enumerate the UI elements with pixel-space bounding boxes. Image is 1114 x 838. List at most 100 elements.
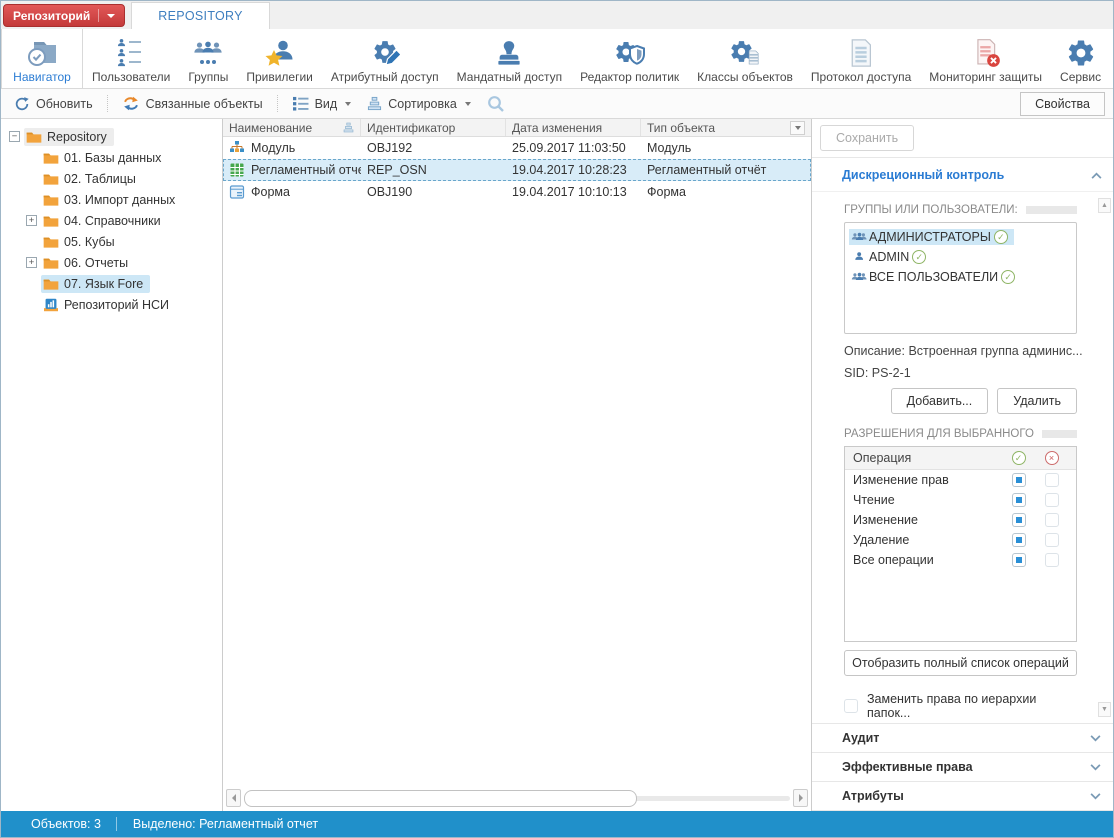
view-dropdown-button[interactable]: Вид [285, 93, 359, 114]
table-row-selected[interactable]: Регламентный отчет REP_OSN 19.04.2017 10… [223, 159, 811, 181]
expand-expander-icon[interactable]: + [26, 215, 37, 226]
column-header-name[interactable]: Наименование [223, 119, 361, 136]
properties-button[interactable]: Свойства [1020, 92, 1105, 116]
tree-item-cubes[interactable]: 05. Кубы [1, 231, 222, 252]
tree-item-data-import[interactable]: 03. Импорт данных [1, 189, 222, 210]
folder-icon [43, 214, 59, 228]
ribbon-item-security-monitoring[interactable]: Мониторинг защиты [920, 29, 1051, 88]
application-window: Репозиторий REPOSITORY Навигатор Пользов… [0, 0, 1114, 838]
table-row[interactable]: Форма OBJ190 19.04.2017 10:10:13 Форма [223, 181, 811, 203]
scroll-up-button[interactable]: ▲ [1098, 198, 1111, 213]
tree-item-fore-language[interactable]: 07. Язык Fore [1, 273, 222, 294]
show-full-operations-button[interactable]: Отобразить полный список операций [844, 650, 1077, 676]
replace-permissions-option[interactable]: Заменить права по иерархии папок... [844, 692, 1077, 720]
ribbon-item-attribute-access[interactable]: Атрибутный доступ [322, 29, 448, 88]
groups-users-label: ГРУППЫ ИЛИ ПОЛЬЗОВАТЕЛИ: [844, 204, 1077, 216]
ribbon-item-users[interactable]: Пользователи [83, 29, 179, 88]
permissions-label: РАЗРЕШЕНИЯ ДЛЯ ВЫБРАННОГО [844, 428, 1077, 440]
scroll-right-button[interactable] [793, 789, 808, 807]
ribbon-item-label: Атрибутный доступ [331, 70, 439, 84]
add-member-button[interactable]: Добавить... [891, 388, 989, 414]
folder-icon [43, 235, 59, 249]
tree-item-dictionaries[interactable]: + 04. Справочники [1, 210, 222, 231]
tree-item-label: 04. Справочники [64, 214, 161, 228]
object-classes-icon [729, 34, 761, 68]
object-type: Форма [641, 185, 811, 199]
deny-checkbox[interactable] [1045, 533, 1059, 547]
allow-checkbox[interactable] [1012, 513, 1026, 527]
refresh-button[interactable]: Обновить [7, 93, 100, 115]
allow-checkbox[interactable] [1012, 473, 1026, 487]
ribbon-item-privileges[interactable]: Привилегии [237, 29, 322, 88]
operation-row: Чтение [845, 490, 1076, 510]
column-header-identifier[interactable]: Идентификатор [361, 119, 506, 136]
folder-icon [43, 256, 59, 270]
ribbon-item-access-log[interactable]: Протокол доступа [802, 29, 920, 88]
tree-item-label: 05. Кубы [64, 235, 115, 249]
vertical-scrollbar[interactable]: ▲ ▼ [1098, 198, 1111, 717]
deny-checkbox[interactable] [1045, 493, 1059, 507]
allow-checkbox[interactable] [1012, 553, 1026, 567]
save-button[interactable]: Сохранить [820, 125, 914, 151]
column-filter-button[interactable] [790, 121, 805, 135]
members-listbox[interactable]: АДМИНИСТРАТОРЫ ✓ ADMIN ✓ [844, 222, 1077, 334]
horizontal-scrollbar[interactable] [226, 789, 808, 807]
search-button[interactable] [480, 92, 512, 116]
column-header-type[interactable]: Тип объекта [641, 119, 811, 136]
ribbon-item-mandatory-access[interactable]: Мандатный доступ [448, 29, 571, 88]
tree-item-tables[interactable]: 02. Таблицы [1, 168, 222, 189]
tree-item-label: 03. Импорт данных [64, 193, 175, 207]
tree-item-databases[interactable]: 01. Базы данных [1, 147, 222, 168]
repository-menu-button[interactable]: Репозиторий [3, 4, 125, 27]
replace-permissions-checkbox[interactable] [844, 699, 858, 713]
object-id: REP_OSN [361, 163, 506, 177]
tab-repository[interactable]: REPOSITORY [131, 2, 270, 29]
scrollbar-track[interactable] [244, 796, 790, 801]
operation-row: Изменение [845, 510, 1076, 530]
properties-panel: Сохранить Дискреционный контроль ГРУППЫ … [812, 119, 1113, 811]
tree-item-nsi-repository[interactable]: Репозиторий НСИ [1, 294, 222, 315]
sort-asc-icon [343, 122, 354, 133]
user-icon [851, 250, 868, 264]
delete-member-button[interactable]: Удалить [997, 388, 1077, 414]
section-discretionary-control[interactable]: Дискреционный контроль [812, 158, 1113, 192]
collapse-expander-icon[interactable]: − [9, 131, 20, 142]
related-objects-button[interactable]: Связанные объекты [115, 92, 270, 115]
main-area: − Repository 01. Базы данных 02. Таблицы… [1, 119, 1113, 811]
ribbon-item-object-classes[interactable]: Классы объектов [688, 29, 802, 88]
allow-checkbox[interactable] [1012, 533, 1026, 547]
scroll-down-button[interactable]: ▼ [1098, 702, 1111, 717]
sort-dropdown-button[interactable]: Сортировка [360, 93, 478, 114]
expand-expander-icon[interactable]: + [26, 257, 37, 268]
tab-bar: Репозиторий REPOSITORY [1, 1, 1113, 29]
granted-check-icon: ✓ [1001, 270, 1015, 284]
tree-item-reports[interactable]: + 06. Отчеты [1, 252, 222, 273]
ribbon-item-label: Мандатный доступ [457, 70, 562, 84]
section-effective-rights[interactable]: Эффективные права [812, 753, 1113, 782]
ribbon-item-label: Протокол доступа [811, 70, 911, 84]
section-audit[interactable]: Аудит [812, 724, 1113, 753]
regular-report-icon [229, 162, 245, 178]
member-row-administrators[interactable]: АДМИНИСТРАТОРЫ ✓ [849, 227, 1072, 247]
secondary-toolbar: Обновить Связанные объекты Вид Сортировк… [1, 89, 1113, 119]
section-attributes[interactable]: Атрибуты [812, 782, 1113, 811]
deny-checkbox[interactable] [1045, 473, 1059, 487]
member-row-all-users[interactable]: ВСЕ ПОЛЬЗОВАТЕЛИ ✓ [849, 267, 1072, 287]
deny-checkbox[interactable] [1045, 513, 1059, 527]
allow-checkbox[interactable] [1012, 493, 1026, 507]
ribbon-item-label: Мониторинг защиты [929, 70, 1042, 84]
checkbox-label: Заменить права по иерархии папок... [867, 692, 1077, 720]
ribbon-item-service[interactable]: Сервис [1051, 29, 1110, 88]
scroll-left-button[interactable] [226, 789, 241, 807]
tree-item-repository[interactable]: − Repository [1, 126, 222, 147]
column-header-modified[interactable]: Дата изменения [506, 119, 641, 136]
ribbon-item-groups[interactable]: Группы [179, 29, 237, 88]
ribbon-item-navigator[interactable]: Навигатор [1, 29, 83, 88]
sections-accordion: Аудит Эффективные права Атрибуты [812, 723, 1113, 811]
deny-checkbox[interactable] [1045, 553, 1059, 567]
table-row[interactable]: Модуль OBJ192 25.09.2017 11:03:50 Модуль [223, 137, 811, 159]
scrollbar-thumb[interactable] [244, 790, 637, 807]
ribbon-item-label: Навигатор [13, 70, 71, 84]
member-row-admin[interactable]: ADMIN ✓ [849, 247, 1072, 267]
ribbon-item-policy-editor[interactable]: Редактор политик [571, 29, 688, 88]
